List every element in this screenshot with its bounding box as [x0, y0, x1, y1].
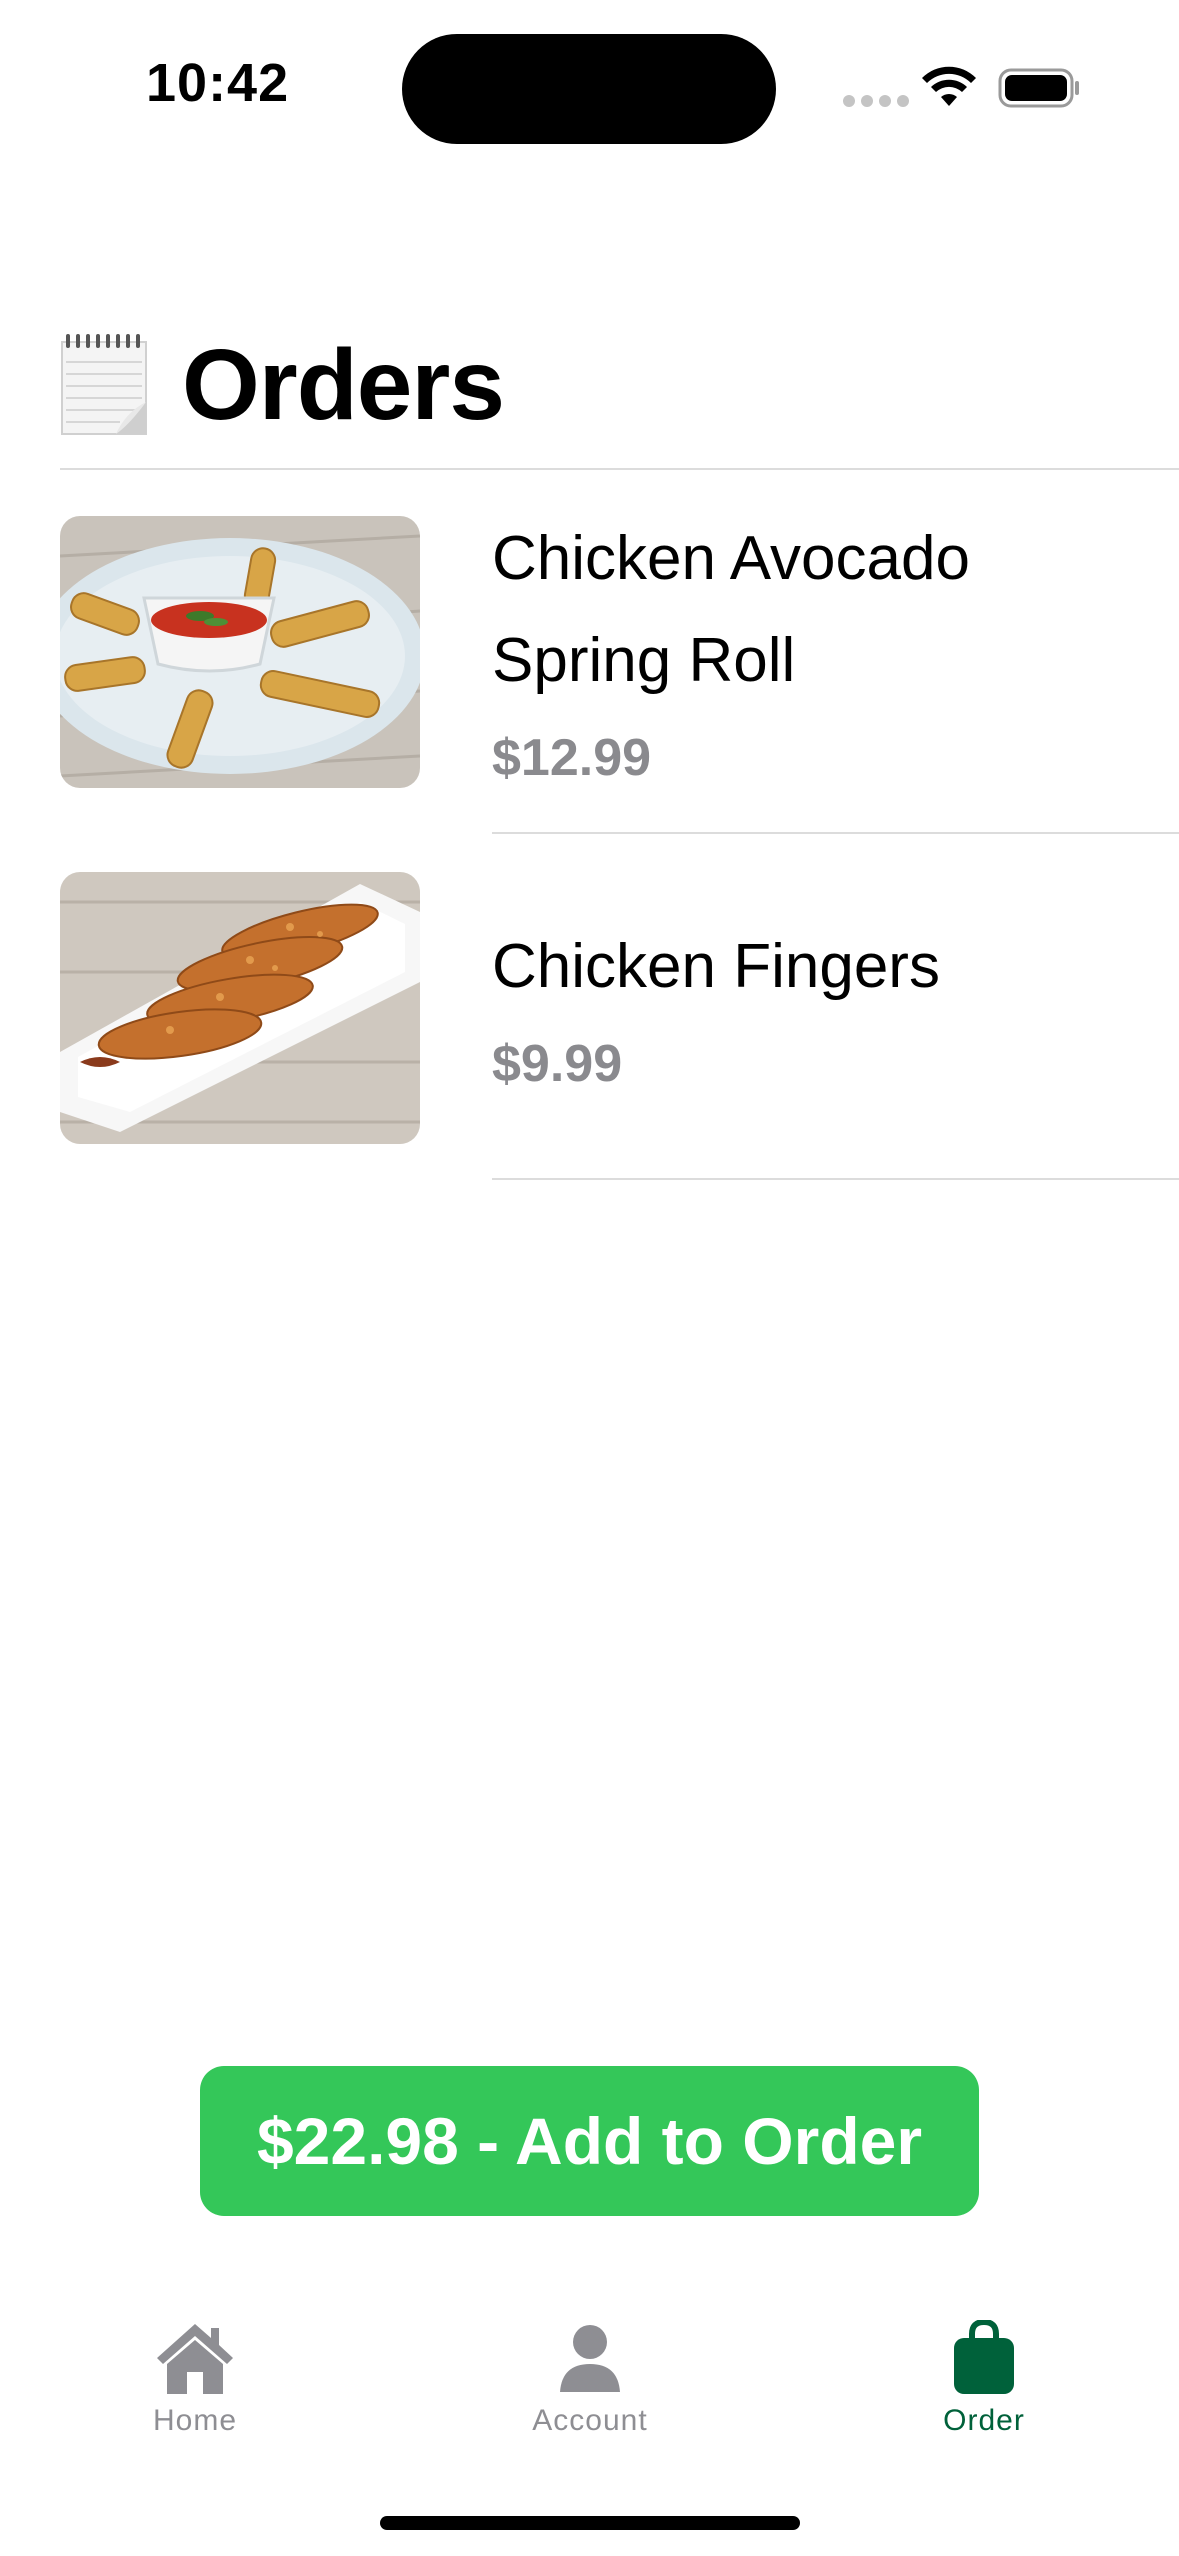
house-icon: [157, 2324, 233, 2394]
page-title: Orders: [182, 329, 505, 441]
item-price: $9.99: [492, 1035, 623, 1093]
row-divider: [492, 1178, 1179, 1180]
add-to-order-button[interactable]: $22.98 - Add to Order: [200, 2066, 979, 2216]
tab-label: Home: [152, 2404, 238, 2437]
tab-order[interactable]: Order: [884, 2320, 1084, 2460]
item-name: Chicken Fingers: [492, 932, 940, 1001]
item-name-line2: Spring Roll: [492, 626, 796, 695]
home-indicator[interactable]: [380, 2516, 800, 2530]
spring-rolls-image: [60, 516, 420, 788]
bag-icon: [954, 2320, 1014, 2394]
header-divider: [60, 468, 1179, 470]
tab-label: Account: [532, 2404, 648, 2437]
tab-home[interactable]: Home: [95, 2320, 295, 2460]
row-divider: [492, 832, 1179, 834]
status-time: 10:42: [146, 53, 290, 113]
wifi-icon: [922, 66, 976, 106]
chicken-fingers-image: [60, 872, 420, 1144]
orders-screen: 10:42 Orders Chicken Avocado Spring Roll…: [0, 0, 1179, 2556]
dynamic-island: [402, 34, 776, 144]
notepad-icon: [61, 334, 147, 435]
tab-account[interactable]: Account: [490, 2320, 690, 2460]
item-name: Chicken Avocado: [492, 524, 970, 593]
tab-label: Order: [943, 2404, 1025, 2437]
item-price: $12.99: [492, 729, 652, 787]
battery-icon: [998, 68, 1079, 108]
person-icon: [560, 2325, 620, 2392]
cellular-signal-icon: [843, 95, 909, 107]
